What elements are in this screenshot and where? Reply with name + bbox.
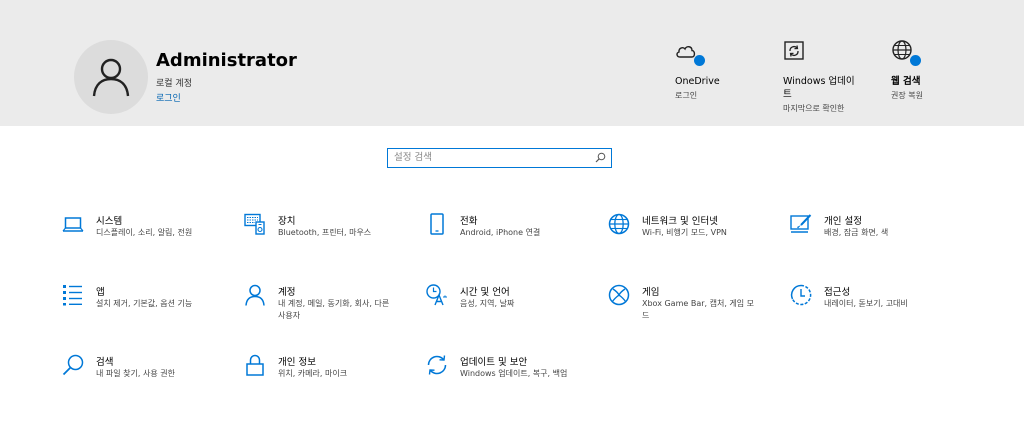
account-type: 로컬 계정 (156, 79, 192, 89)
devices-icon (244, 213, 265, 235)
category-network[interactable]: 네트워크 및 인터넷 Wi-Fi, 비행기 모드, VPN (608, 213, 778, 253)
apps-list-icon (63, 285, 82, 306)
search-icon (595, 152, 606, 163)
category-subtitle: 음성, 지역, 날짜 (460, 299, 515, 308)
category-privacy[interactable]: 개인 정보 위치, 카메라, 마이크 (244, 354, 414, 394)
category-apps[interactable]: 앱 설치 제거, 기본값, 옵션 기능 (62, 284, 232, 324)
category-title: 업데이트 및 보안 (460, 357, 528, 368)
onedrive-title: OneDrive (675, 76, 720, 87)
category-subtitle: Xbox Game Bar, 캡처, 게임 모드 (642, 299, 755, 320)
category-subtitle: 배경, 잠금 화면, 색 (824, 228, 889, 237)
user-name: Administrator (156, 50, 297, 71)
category-title: 앱 (96, 287, 105, 298)
category-subtitle: Windows 업데이트, 복구, 백업 (460, 369, 568, 378)
accessibility-icon (790, 284, 812, 306)
time-language-icon (426, 284, 447, 306)
category-title: 검색 (96, 357, 114, 368)
category-gaming[interactable]: 게임 Xbox Game Bar, 캡처, 게임 모드 (608, 284, 778, 324)
search-input[interactable] (394, 149, 584, 166)
category-title: 네트워크 및 인터넷 (642, 216, 718, 227)
category-subtitle: 내 파일 찾기, 사용 권한 (96, 369, 175, 378)
account-header: Administrator 로컬 계정 로그인 OneDrive 로그인 Win… (0, 0, 1024, 126)
windows-update-item[interactable]: Windows 업데이트 마지막으로 확인한 (783, 38, 863, 114)
globe-icon (608, 213, 630, 235)
search-icon (62, 354, 84, 376)
category-system[interactable]: 시스템 디스플레이, 소리, 알림, 전원 (62, 213, 232, 253)
category-time-language[interactable]: 시간 및 언어 음성, 지역, 날짜 (426, 284, 596, 324)
category-subtitle: Bluetooth, 프린터, 마우스 (278, 228, 372, 237)
lock-icon (246, 354, 264, 376)
category-title: 전화 (460, 216, 478, 227)
windows-update-title: Windows 업데이트 (783, 76, 855, 100)
category-subtitle: 위치, 카메라, 마이크 (278, 369, 348, 378)
category-accounts[interactable]: 계정 내 계정, 메일, 동기화, 회사, 다른 사용자 (244, 284, 414, 324)
category-update-security[interactable]: 업데이트 및 보안 Windows 업데이트, 복구, 백업 (426, 354, 596, 394)
category-accessibility[interactable]: 접근성 내레이터, 돋보기, 고대비 (790, 284, 960, 324)
category-subtitle: Wi-Fi, 비행기 모드, VPN (642, 228, 727, 237)
person-icon (245, 284, 265, 306)
avatar[interactable] (74, 40, 148, 114)
xbox-icon (608, 284, 630, 306)
category-title: 개인 정보 (278, 357, 316, 368)
status-badge (694, 55, 705, 66)
laptop-icon (62, 217, 84, 232)
onedrive-subtitle: 로그인 (675, 91, 698, 100)
category-title: 시스템 (96, 216, 123, 227)
category-title: 접근성 (824, 287, 851, 298)
web-search-title: 웹 검색 (891, 76, 921, 87)
category-title: 시간 및 언어 (460, 287, 510, 298)
category-subtitle: 설치 제거, 기본값, 옵션 기능 (96, 299, 193, 308)
personalization-icon (790, 214, 812, 233)
category-search[interactable]: 검색 내 파일 찾기, 사용 권한 (62, 354, 232, 394)
windows-update-subtitle: 마지막으로 확인한 (783, 104, 845, 113)
category-title: 개인 설정 (824, 216, 862, 227)
sync-icon (427, 355, 447, 375)
login-link[interactable]: 로그인 (156, 91, 181, 104)
category-personalization[interactable]: 개인 설정 배경, 잠금 화면, 색 (790, 213, 960, 253)
category-title: 장치 (278, 216, 296, 227)
update-icon (784, 41, 804, 60)
category-subtitle: 디스플레이, 소리, 알림, 전원 (96, 228, 193, 237)
onedrive-item[interactable]: OneDrive 로그인 (675, 38, 720, 101)
category-title: 계정 (278, 287, 296, 298)
category-devices[interactable]: 장치 Bluetooth, 프린터, 마우스 (244, 213, 414, 253)
settings-search[interactable] (387, 148, 612, 168)
category-subtitle: 내 계정, 메일, 동기화, 회사, 다른 사용자 (278, 299, 390, 320)
category-subtitle: Android, iPhone 연결 (460, 228, 541, 237)
web-search-subtitle: 권장 복원 (891, 91, 923, 100)
person-icon (92, 58, 130, 97)
category-title: 게임 (642, 287, 660, 298)
category-phone[interactable]: 전화 Android, iPhone 연결 (426, 213, 596, 253)
web-search-item[interactable]: 웹 검색 권장 복원 (891, 38, 923, 101)
phone-icon (430, 213, 444, 235)
status-badge (910, 55, 921, 66)
category-subtitle: 내레이터, 돋보기, 고대비 (824, 299, 908, 308)
